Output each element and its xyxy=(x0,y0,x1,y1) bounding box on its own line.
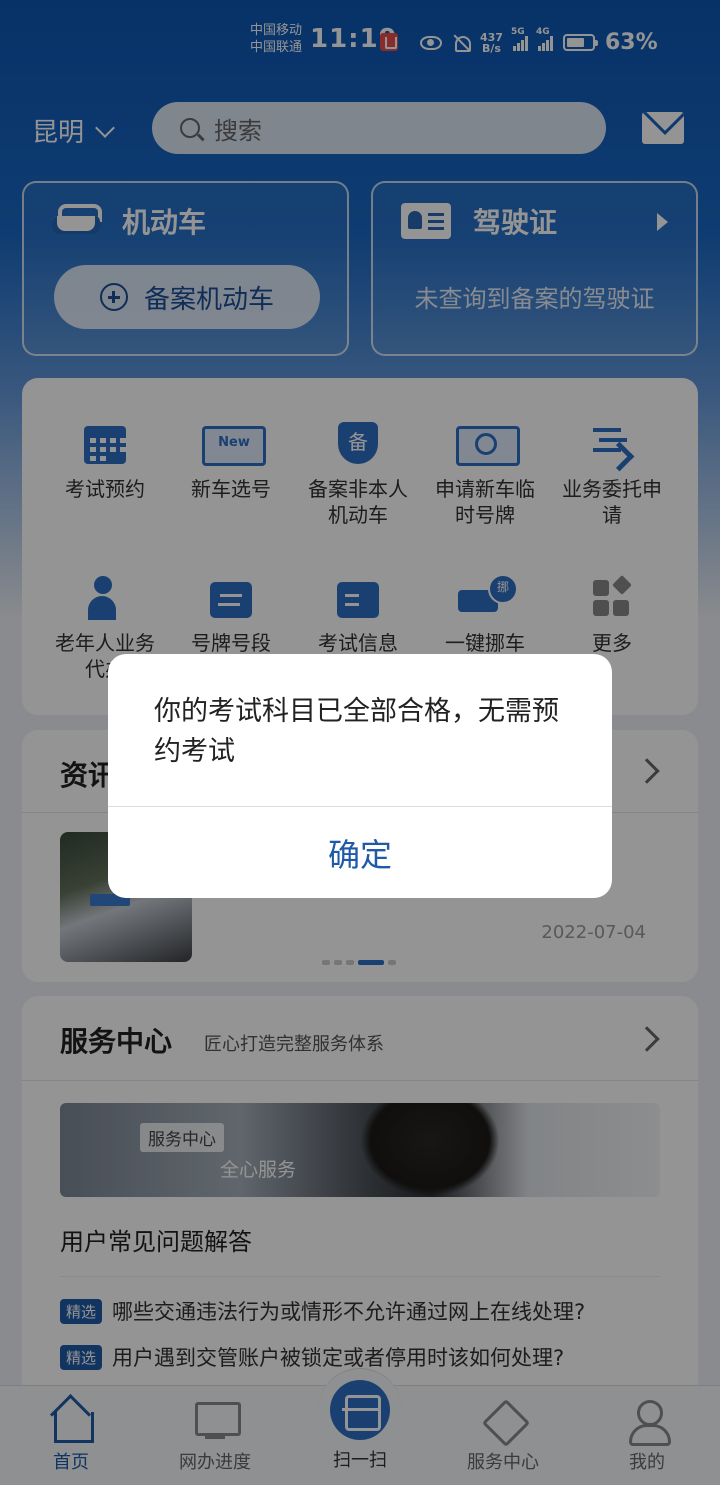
dialog-message: 你的考试科目已全部合格，无需预约考试 xyxy=(154,696,559,767)
alert-dialog: 你的考试科目已全部合格，无需预约考试 确定 xyxy=(108,654,612,898)
confirm-button[interactable]: 确定 xyxy=(108,807,612,898)
